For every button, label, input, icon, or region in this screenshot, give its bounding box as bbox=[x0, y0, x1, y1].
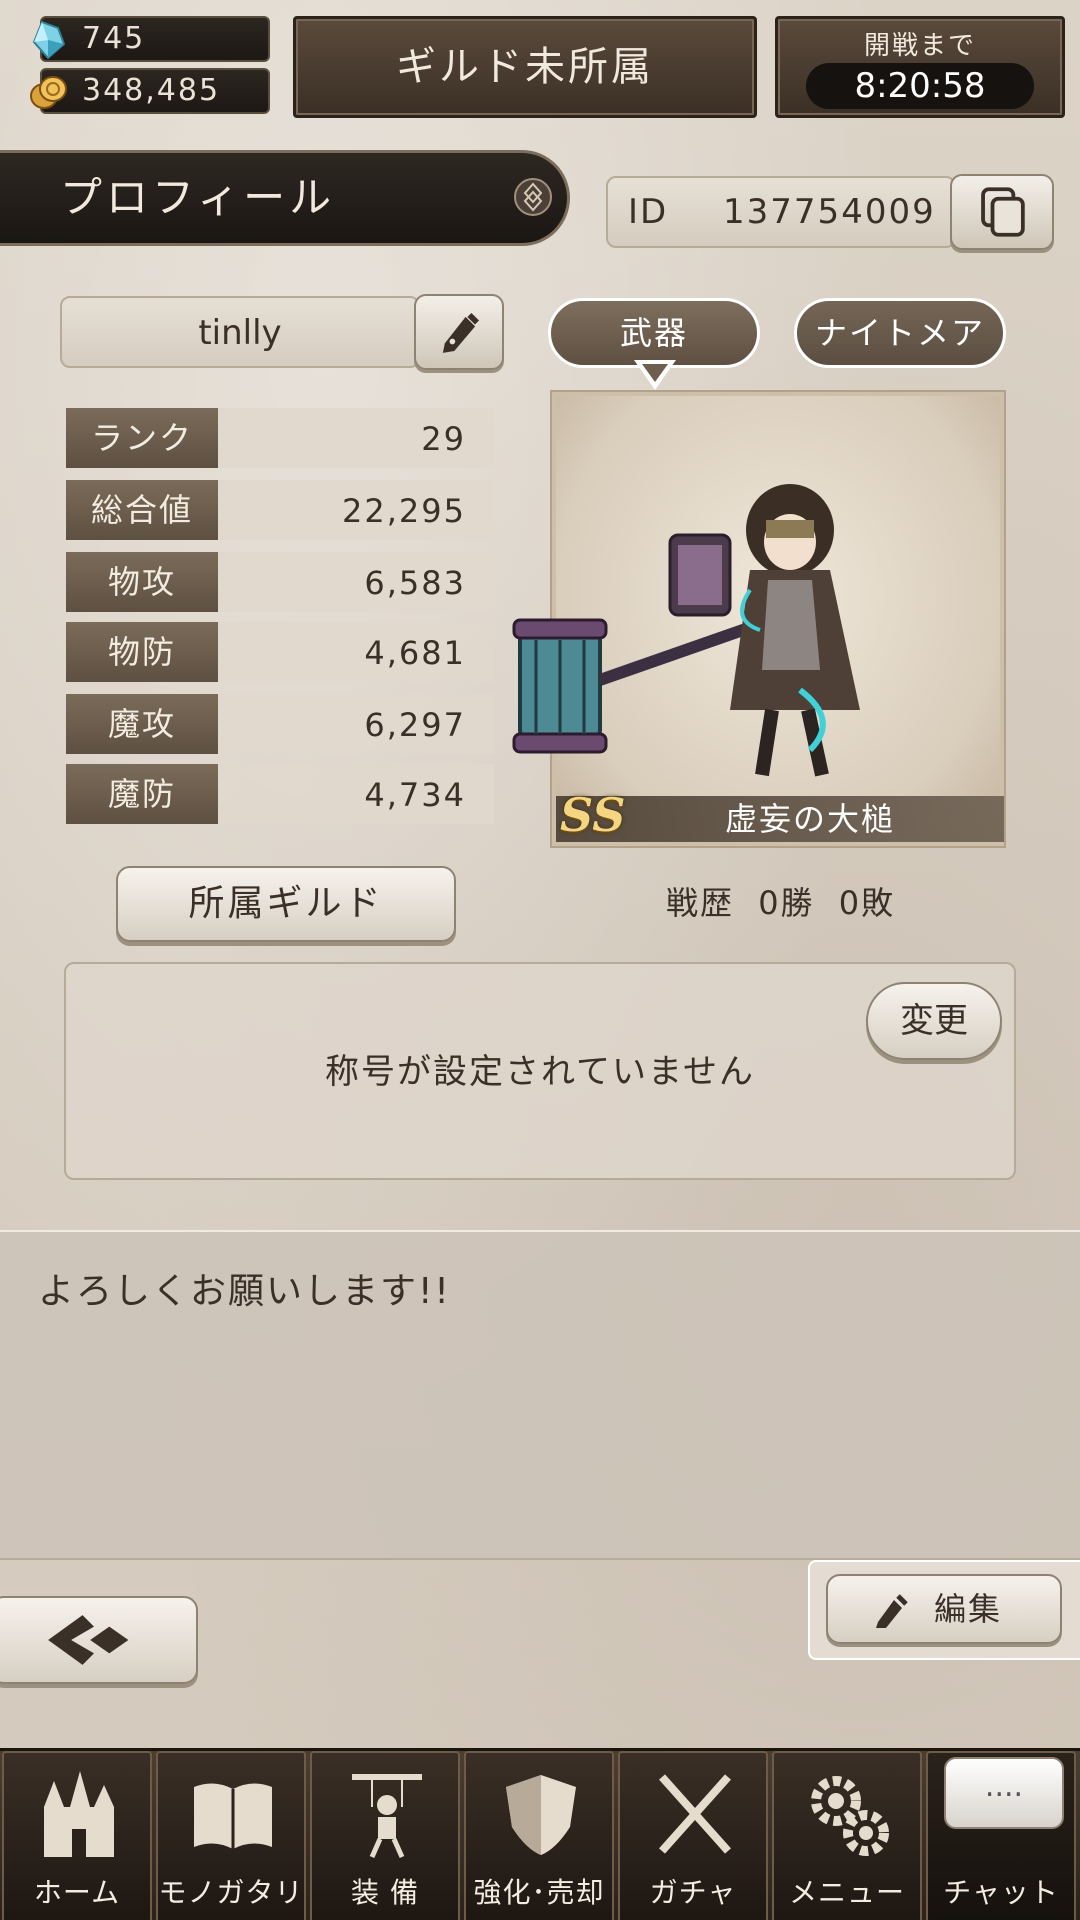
weapon-character-illustration bbox=[512, 484, 860, 777]
nav-enhance-sell[interactable]: 強化･売却 bbox=[464, 1751, 614, 1920]
stat-label: ランク bbox=[66, 408, 218, 468]
stat-label: 魔攻 bbox=[66, 694, 218, 754]
stat-row-mag-def: 魔防 4,734 bbox=[66, 764, 494, 824]
nav-equip[interactable]: 装 備 bbox=[310, 1751, 460, 1920]
stat-label: 物防 bbox=[66, 622, 218, 682]
stat-row-phys-def: 物防 4,681 bbox=[66, 622, 494, 682]
player-id-field: ID 137754009 bbox=[606, 176, 956, 248]
chat-bubble-icon: .... bbox=[944, 1757, 1064, 1829]
stat-value: 6,297 bbox=[218, 694, 494, 754]
back-button[interactable] bbox=[0, 1596, 198, 1684]
top-bar: 745 348,485 ギルド未所属 開戦まで 8:20:58 bbox=[0, 0, 1080, 130]
stat-value: 22,295 bbox=[218, 480, 494, 540]
gears-icon bbox=[811, 1776, 889, 1856]
nav-chat[interactable]: .... チャット bbox=[926, 1751, 1076, 1920]
coins-icon bbox=[30, 76, 67, 109]
nav-label: モノガタリ bbox=[158, 1876, 304, 1909]
edit-label: 編集 bbox=[934, 1590, 1003, 1628]
book-icon bbox=[194, 1783, 272, 1849]
stat-value: 4,681 bbox=[218, 622, 494, 682]
stat-label: 魔防 bbox=[66, 764, 218, 824]
edit-comment-button[interactable]: 編集 bbox=[826, 1574, 1062, 1644]
crystal-icon bbox=[32, 20, 66, 60]
stat-value: 4,734 bbox=[218, 764, 494, 824]
copy-icon bbox=[981, 187, 1025, 237]
pen-icon bbox=[442, 312, 480, 353]
stat-row-mag-atk: 魔攻 6,297 bbox=[66, 694, 494, 754]
battle-timer: 開戦まで 8:20:58 bbox=[775, 16, 1065, 118]
shield-icon bbox=[506, 1775, 576, 1855]
nav-label: ガチャ bbox=[649, 1876, 737, 1909]
edit-name-button[interactable] bbox=[414, 294, 504, 370]
nav-label: 強化･売却 bbox=[473, 1876, 605, 1909]
stat-row-phys-atk: 物攻 6,583 bbox=[66, 552, 494, 612]
record-losses: 0敗 bbox=[838, 884, 896, 922]
ornament-icon bbox=[514, 178, 552, 216]
title-panel: 称号が設定されていません 変更 bbox=[64, 962, 1016, 1180]
gold-counter: 348,485 bbox=[30, 68, 270, 114]
nav-label: メニュー bbox=[788, 1876, 905, 1909]
affiliated-guild-button[interactable]: 所属ギルド bbox=[116, 866, 456, 942]
id-label: ID bbox=[628, 192, 669, 232]
stat-value: 29 bbox=[218, 408, 494, 468]
player-name-field: tinlly bbox=[60, 296, 420, 368]
swords-icon bbox=[659, 1774, 731, 1854]
record-label: 戦歴 bbox=[666, 884, 735, 922]
nav-label: 装 備 bbox=[351, 1876, 419, 1909]
nav-label: ホーム bbox=[33, 1876, 121, 1909]
nav-home[interactable]: ホーム bbox=[2, 1751, 152, 1920]
castle-icon bbox=[44, 1771, 114, 1857]
gem-count: 745 bbox=[82, 21, 146, 56]
stat-label: 総合値 bbox=[66, 480, 218, 540]
copy-id-button[interactable] bbox=[950, 174, 1054, 250]
battle-record: 戦歴 0勝 0敗 bbox=[540, 868, 1040, 938]
guild-status-banner[interactable]: ギルド未所属 bbox=[293, 16, 757, 118]
record-wins: 0勝 bbox=[758, 884, 815, 922]
nav-label: チャット bbox=[943, 1876, 1059, 1909]
puppet-icon bbox=[352, 1774, 422, 1859]
timer-label: 開戦まで bbox=[863, 31, 976, 61]
gold-count: 348,485 bbox=[82, 73, 221, 108]
profile-section-title: プロフィール bbox=[0, 150, 570, 246]
tab-nightmare[interactable]: ナイトメア bbox=[794, 298, 1006, 368]
stat-row-rank: ランク 29 bbox=[66, 408, 494, 468]
back-arrow-icon bbox=[48, 1615, 129, 1665]
timer-value: 8:20:58 bbox=[806, 63, 1034, 109]
profile-title-text: プロフィール bbox=[60, 173, 336, 222]
title-status-text: 称号が設定されていません bbox=[325, 1052, 755, 1092]
nav-gacha[interactable]: ガチャ bbox=[618, 1751, 768, 1920]
stat-label: 物攻 bbox=[66, 552, 218, 612]
change-title-button[interactable]: 変更 bbox=[866, 982, 1002, 1060]
id-value: 137754009 bbox=[723, 192, 936, 232]
gem-counter: 745 bbox=[32, 16, 270, 62]
nav-story[interactable]: モノガタリ bbox=[156, 1751, 306, 1920]
bottom-navigation: ホーム モノガタリ 装 備 強化･売却 ガチャ メニュー .... チャット bbox=[0, 1748, 1080, 1920]
stat-row-total: 総合値 22,295 bbox=[66, 480, 494, 540]
rarity-badge: SS bbox=[560, 788, 626, 842]
comment-text: よろしくお願いします!! bbox=[38, 1271, 451, 1312]
stat-value: 6,583 bbox=[218, 552, 494, 612]
profile-comment: よろしくお願いします!! bbox=[0, 1230, 1080, 1560]
pen-icon bbox=[876, 1594, 908, 1628]
nav-menu[interactable]: メニュー bbox=[772, 1751, 922, 1920]
